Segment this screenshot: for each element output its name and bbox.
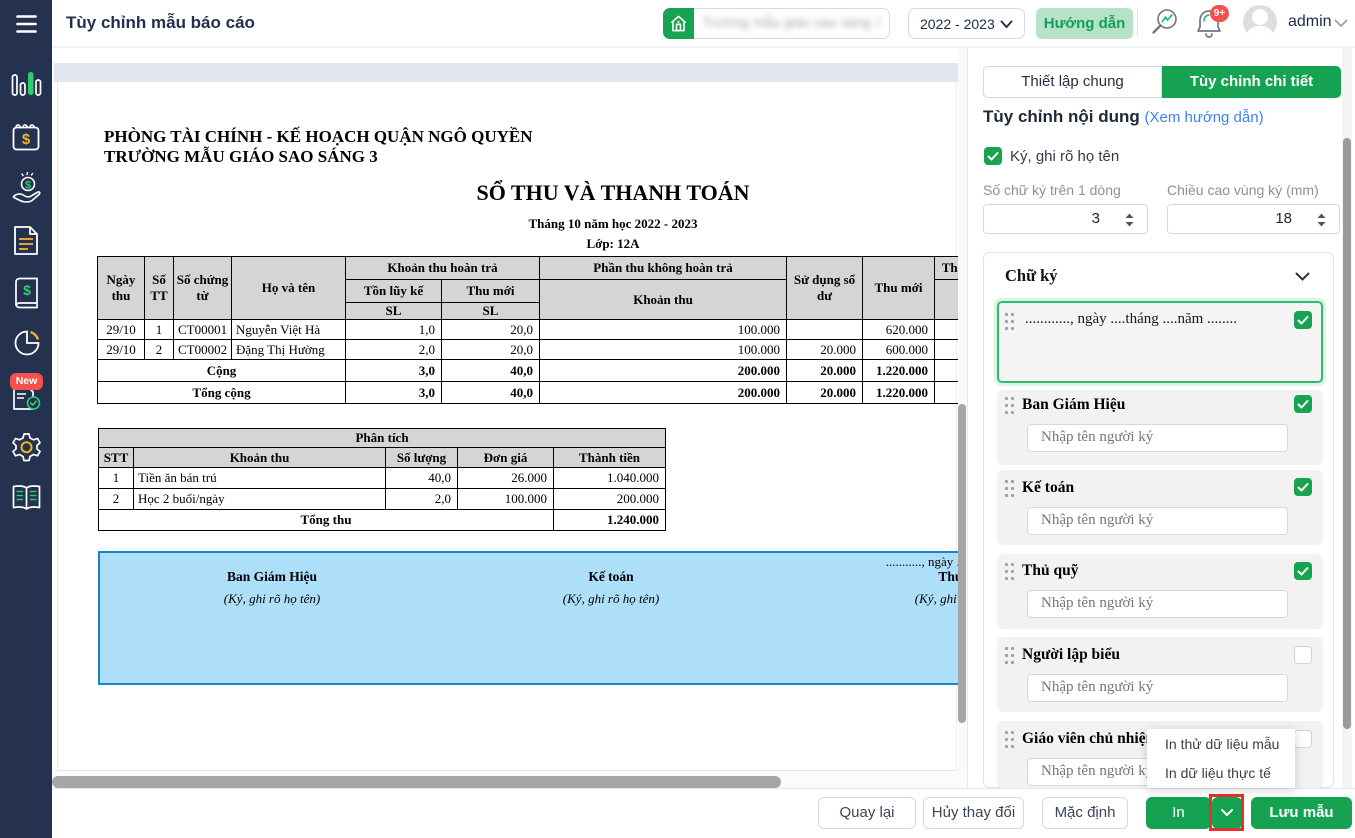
svg-text:$: $: [22, 131, 31, 148]
svg-text:$: $: [25, 180, 31, 192]
svg-text:$: $: [23, 282, 31, 298]
